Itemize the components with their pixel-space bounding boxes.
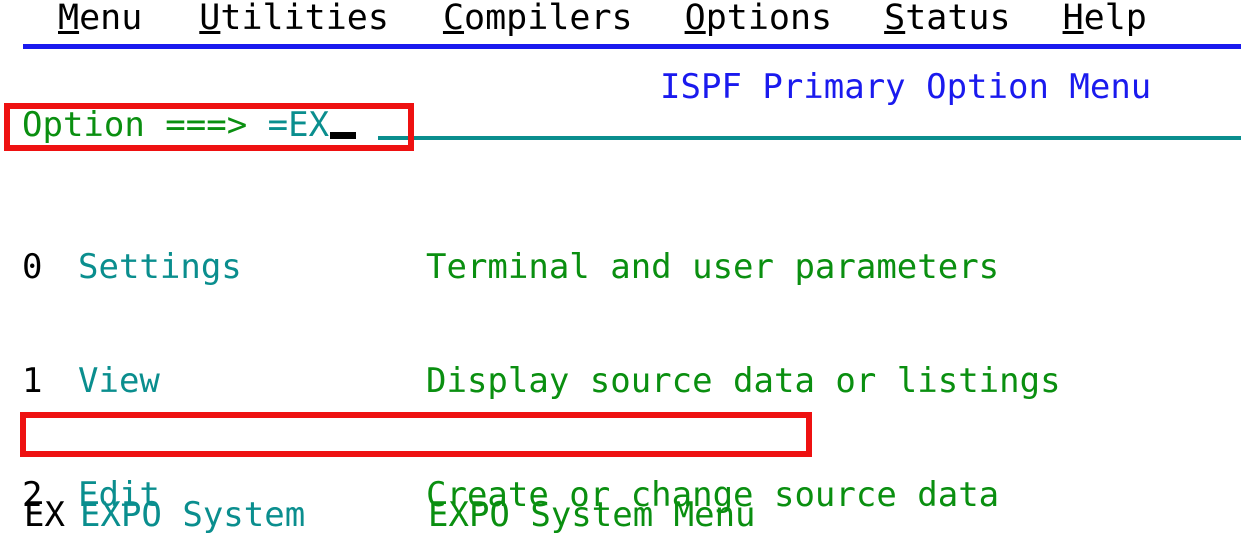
- menu-bar-divider: [23, 44, 1241, 49]
- application-option-list: EXEXPO SystemEXPO System Menu SDSDSFSDSF…: [24, 418, 756, 533]
- menu-item-options[interactable]: Options: [685, 0, 833, 38]
- menu-item-help[interactable]: Help: [1063, 0, 1147, 38]
- menu-item-utilities-rest: tilities: [220, 0, 389, 38]
- menu-item-help-rest: elp: [1083, 0, 1147, 38]
- option-name: View: [78, 361, 160, 401]
- app-row-ex[interactable]: EX EXPO System EXPO System Menu: [24, 498, 756, 533]
- menu-item-menu-rest: enu: [79, 0, 143, 38]
- option-row-0[interactable]: 0 Settings Terminal and user parameters: [22, 250, 1102, 284]
- option-code: 1: [22, 361, 43, 401]
- command-line-field-underline: [378, 136, 1241, 140]
- ispf-terminal-screen: Menu Utilities Compilers Options Status …: [0, 0, 1241, 533]
- text-cursor: [330, 132, 357, 139]
- menu-item-compilers-rest: ompilers: [464, 0, 633, 38]
- app-name: EXPO System: [80, 495, 306, 533]
- command-line[interactable]: Option ===> =EX: [22, 105, 357, 150]
- menu-item-utilities-mnemonic: U: [199, 0, 221, 38]
- page-title: ISPF Primary Option Menu: [660, 67, 1152, 107]
- app-description: EXPO System Menu: [428, 495, 756, 533]
- option-row-1[interactable]: 1 View Display source data or listings: [22, 364, 1102, 398]
- option-code: 0: [22, 247, 43, 287]
- menu-item-utilities[interactable]: Utilities: [199, 0, 389, 38]
- menu-item-menu-mnemonic: M: [58, 0, 80, 38]
- command-line-prompt: Option ===>: [22, 105, 268, 145]
- menu-item-help-mnemonic: H: [1062, 0, 1084, 38]
- menu-item-status-rest: tatus: [905, 0, 1011, 38]
- option-name: Settings: [78, 247, 242, 287]
- menu-item-status[interactable]: Status: [884, 0, 1010, 38]
- command-input[interactable]: =EX: [267, 105, 330, 150]
- option-description: Display source data or listings: [426, 361, 1061, 401]
- option-description: Terminal and user parameters: [426, 247, 1000, 287]
- menu-item-options-mnemonic: O: [684, 0, 706, 38]
- menu-item-menu[interactable]: Menu: [58, 0, 142, 38]
- menu-item-compilers-mnemonic: C: [442, 0, 465, 38]
- menu-item-compilers[interactable]: Compilers: [443, 0, 633, 38]
- menu-item-options-rest: ptions: [705, 0, 833, 38]
- menu-bar: Menu Utilities Compilers Options Status …: [0, 0, 1241, 38]
- app-code: EX: [24, 495, 65, 533]
- menu-item-status-mnemonic: S: [884, 0, 906, 38]
